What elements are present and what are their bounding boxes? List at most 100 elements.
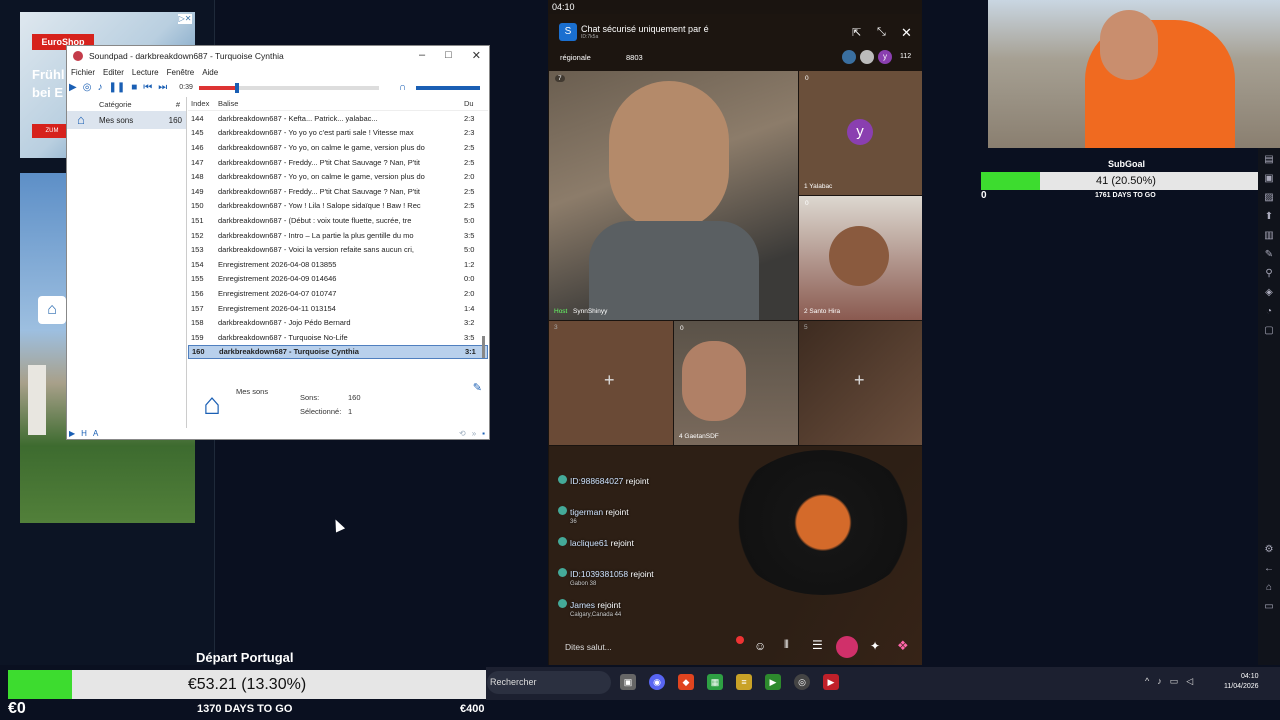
table-row[interactable]: 148 darkbreakdown687 - Yo yo, on calme le…	[188, 169, 488, 184]
chat-user[interactable]: James	[570, 600, 595, 610]
settings-icon[interactable]: ⚙	[1265, 544, 1274, 555]
chat-input[interactable]: Dites salut...	[565, 642, 612, 652]
table-row[interactable]: 151 darkbreakdown687 - (Début : voix tout…	[188, 213, 488, 228]
audio-icon[interactable]: ⦀	[784, 639, 789, 652]
dock-icon[interactable]: ⬆	[1265, 211, 1273, 222]
table-row[interactable]: 155 Enregistrement 2026-04-09 014646 0:0	[188, 272, 488, 287]
chat-user[interactable]: ID:988684027	[570, 476, 623, 486]
empty-seat-3[interactable]: 3 +	[549, 321, 673, 445]
chat-message[interactable]: tigerman rejoint 36	[558, 506, 629, 525]
viewer-avatar[interactable]	[842, 50, 856, 64]
category-item-mes-sons[interactable]: ⌂ Mes sons 160	[67, 111, 186, 129]
dock-icon[interactable]: ◈	[1265, 287, 1273, 298]
scrollbar[interactable]	[484, 111, 488, 371]
viewer-count[interactable]: 112	[900, 53, 911, 60]
menu-aide[interactable]: Aide	[202, 68, 218, 77]
table-row[interactable]: 147 darkbreakdown687 - Freddy... P'tit Ch…	[188, 155, 488, 170]
dock-icon[interactable]: ▣	[1264, 173, 1273, 184]
microphone-icon[interactable]: ♪	[97, 82, 102, 93]
hotkey-icon[interactable]: H	[81, 429, 87, 438]
repeat-icon[interactable]: ⟲	[459, 429, 466, 438]
volume-slider[interactable]	[416, 85, 481, 90]
chat-message[interactable]: laclique61 rejoint	[558, 537, 634, 550]
dock-icon[interactable]: ▢	[1264, 325, 1273, 336]
video-tile-4[interactable]: 0 4 GaetanSDF	[674, 321, 798, 445]
task-view-icon[interactable]: ▣	[620, 674, 636, 690]
table-row[interactable]: 150 darkbreakdown687 - Yow ! Lila ! Salop…	[188, 199, 488, 214]
col-tag[interactable]: Balise	[218, 99, 464, 108]
viewer-avatar[interactable]: y	[878, 50, 892, 64]
home-icon[interactable]: ⌂	[1266, 582, 1272, 593]
menu-lecture[interactable]: Lecture	[132, 68, 159, 77]
coin-count[interactable]: 8803	[626, 53, 643, 62]
table-row[interactable]: 145 darkbreakdown687 - Yo yo yo c'est par…	[188, 126, 488, 141]
previous-icon[interactable]: ⏮	[143, 82, 152, 93]
wrench-icon[interactable]: ✎	[473, 381, 482, 394]
media-icon[interactable]: ▶	[823, 674, 839, 690]
table-row[interactable]: 158 darkbreakdown687 - Jojo Pédo Bernard 3…	[188, 315, 488, 330]
forward-icon[interactable]: »	[472, 429, 476, 438]
chat-user[interactable]: tigerman	[570, 507, 603, 517]
col-duration[interactable]: Du	[464, 99, 474, 108]
microphone-icon[interactable]: ♪	[1157, 676, 1162, 687]
play-icon[interactable]: ▶	[69, 82, 77, 93]
chevron-up-icon[interactable]: ^	[1145, 676, 1149, 687]
maximize-icon[interactable]: □	[445, 49, 452, 62]
taskbar-search[interactable]: Rechercher	[487, 671, 611, 694]
empty-seat-5[interactable]: 5 +	[799, 321, 922, 445]
taskbar-clock[interactable]: 04:10 11/04/2026	[1224, 672, 1259, 692]
chat-message[interactable]: James rejoint Calgary,Canada 44	[558, 599, 621, 618]
chat-message[interactable]: ID:1039381058 rejoint Gabon 38	[558, 568, 654, 587]
table-row[interactable]: 149 darkbreakdown687 - Freddy... P'tit Ch…	[188, 184, 488, 199]
gift-icon[interactable]: ❖	[897, 638, 909, 654]
brave-icon[interactable]: ◆	[678, 674, 694, 690]
viewer-avatar[interactable]	[860, 50, 874, 64]
menu-editer[interactable]: Editer	[103, 68, 124, 77]
table-row[interactable]: 146 darkbreakdown687 - Yo yo, on calme le…	[188, 140, 488, 155]
dock-icon[interactable]: ▨	[1264, 192, 1273, 203]
spreadsheet-icon[interactable]: ▦	[707, 674, 723, 690]
room-logo-icon[interactable]: S	[559, 23, 577, 41]
dock-icon[interactable]: ▤	[1264, 154, 1273, 165]
category-count-col[interactable]: #	[176, 100, 180, 109]
chat-icon[interactable]: ▪	[482, 429, 485, 438]
effects-icon[interactable]: ✦	[870, 639, 880, 653]
minimize-icon[interactable]: –	[419, 49, 425, 62]
back-icon[interactable]: ←	[1264, 563, 1274, 574]
minimize-room-icon[interactable]: ⤡	[877, 26, 886, 39]
dock-icon[interactable]: ◔	[1266, 306, 1272, 317]
dock-icon[interactable]: ✎	[1265, 249, 1273, 260]
volume-icon[interactable]: ◁	[1186, 676, 1193, 687]
add-seat-icon[interactable]: +	[854, 370, 865, 391]
chrome-icon[interactable]: ◎	[794, 674, 810, 690]
menu-fenetre[interactable]: Fenêtre	[167, 68, 195, 77]
video-tile-2[interactable]: 0 2 Santo Hira	[799, 196, 922, 320]
table-row[interactable]: 153 darkbreakdown687 - Voici la version r…	[188, 242, 488, 257]
chat-message[interactable]: ID:988684027 rejoint	[558, 475, 649, 488]
playback-progress[interactable]	[198, 82, 379, 93]
share-icon[interactable]: ⇱	[852, 26, 861, 39]
pause-icon[interactable]: ❚❚	[108, 82, 125, 93]
table-row[interactable]: 157 Enregistrement 2026-04-11 013154 1:4	[188, 301, 488, 316]
headphones-icon[interactable]: ◎	[83, 82, 92, 93]
region-tag[interactable]: régionale	[560, 53, 591, 62]
table-row[interactable]: 152 darkbreakdown687 - Intro – La partie …	[188, 228, 488, 243]
table-row[interactable]: 144 darkbreakdown687 - Kefta... Patrick..…	[188, 111, 488, 126]
category-col-label[interactable]: Catégorie	[99, 100, 132, 109]
col-index[interactable]: Index	[188, 99, 218, 108]
table-row[interactable]: 154 Enregistrement 2026-04-08 013855 1:2	[188, 257, 488, 272]
emoji-icon[interactable]: ☺	[754, 639, 766, 653]
next-icon[interactable]: ⏭	[158, 82, 167, 93]
discord-icon[interactable]: ◉	[649, 674, 665, 690]
dock-icon[interactable]: ▥	[1264, 230, 1273, 241]
add-seat-icon[interactable]: +	[604, 370, 615, 391]
menu-icon[interactable]: ☰	[812, 638, 823, 652]
play-store-icon[interactable]: ▶	[765, 674, 781, 690]
menu-fichier[interactable]: Fichier	[71, 68, 95, 77]
game-icon[interactable]	[836, 636, 858, 658]
stop-icon[interactable]: ■	[131, 82, 137, 93]
table-row[interactable]: 156 Enregistrement 2026-04-07 010747 2:0	[188, 286, 488, 301]
close-room-icon[interactable]: ✕	[901, 25, 912, 41]
dock-icon[interactable]: ⚲	[1265, 268, 1272, 279]
close-icon[interactable]: ✕	[472, 49, 481, 62]
